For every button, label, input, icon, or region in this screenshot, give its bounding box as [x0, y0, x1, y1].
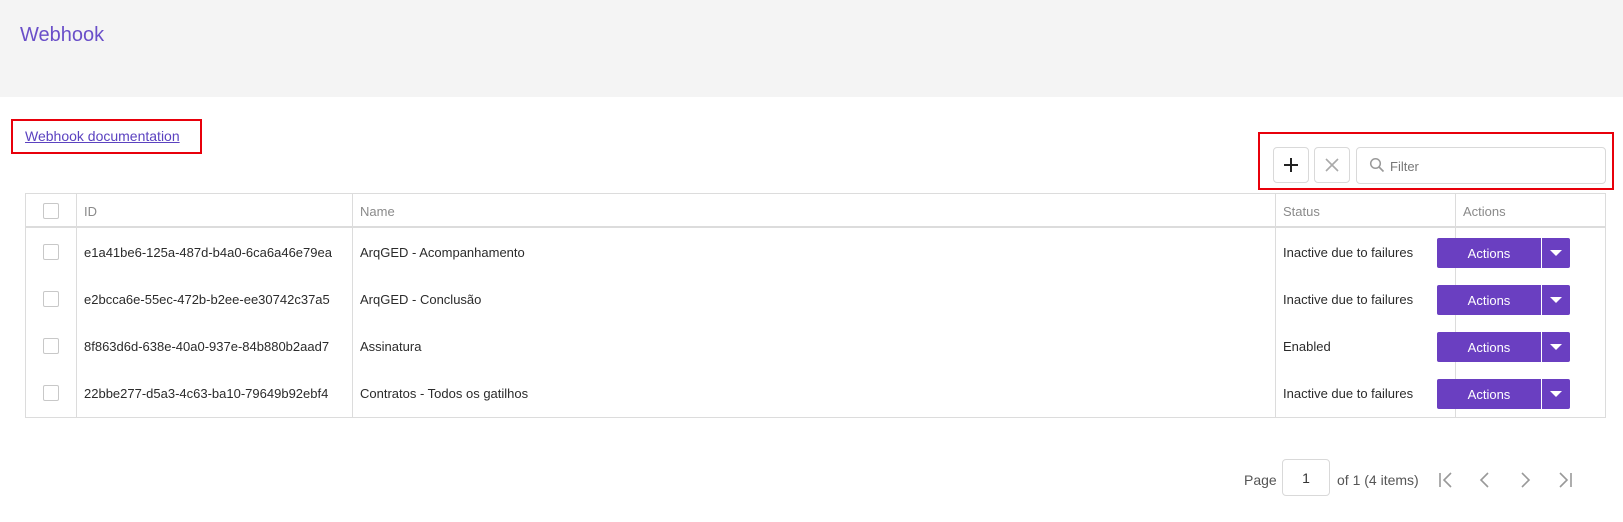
filter-input[interactable]	[1390, 156, 1590, 176]
row-id: 22bbe277-d5a3-4c63-ba10-79649b92ebf4	[84, 386, 329, 401]
first-page-icon[interactable]	[1437, 471, 1455, 489]
webhook-documentation-link[interactable]: Webhook documentation	[25, 128, 180, 144]
actions-button[interactable]: Actions	[1437, 238, 1541, 268]
table-row: e1a41be6-125a-487d-b4a0-6ca6a46e79ea Arq…	[26, 229, 1605, 276]
filter-field[interactable]	[1356, 147, 1606, 184]
last-page-icon[interactable]	[1556, 471, 1574, 489]
actions-dropdown-button[interactable]	[1542, 332, 1570, 362]
page-label: Page	[1244, 472, 1277, 488]
page-summary: of 1 (4 items)	[1337, 472, 1419, 488]
row-status: Inactive due to failures	[1283, 245, 1414, 260]
caret-down-icon	[1550, 391, 1562, 397]
page-number-input[interactable]	[1282, 459, 1330, 496]
close-icon	[1325, 158, 1339, 172]
table-header: ID Name Status Actions	[26, 194, 1605, 228]
caret-down-icon	[1550, 250, 1562, 256]
page-title: Webhook	[20, 24, 105, 46]
add-button[interactable]	[1273, 147, 1309, 183]
row-checkbox[interactable]	[43, 244, 59, 260]
next-page-icon[interactable]	[1516, 471, 1534, 489]
row-checkbox[interactable]	[43, 385, 59, 401]
row-status: Enabled	[1283, 339, 1331, 354]
actions-button[interactable]: Actions	[1437, 285, 1541, 315]
column-header-actions: Actions	[1463, 204, 1506, 219]
row-status: Inactive due to failures	[1283, 292, 1414, 307]
webhook-table: ID Name Status Actions e1a41be6-125a-487…	[25, 193, 1606, 418]
table-row: 22bbe277-d5a3-4c63-ba10-79649b92ebf4 Con…	[26, 370, 1605, 417]
select-all-checkbox[interactable]	[43, 203, 59, 219]
row-name: ArqGED - Acompanhamento	[360, 245, 525, 260]
row-name: ArqGED - Conclusão	[360, 292, 482, 307]
search-icon	[1369, 157, 1385, 173]
actions-button[interactable]: Actions	[1437, 332, 1541, 362]
table-row: e2bcca6e-55ec-472b-b2ee-ee30742c37a5 Arq…	[26, 276, 1605, 323]
previous-page-icon[interactable]	[1476, 471, 1494, 489]
actions-button[interactable]: Actions	[1437, 379, 1541, 409]
column-header-id[interactable]: ID	[84, 204, 97, 219]
plus-icon	[1284, 158, 1298, 172]
actions-dropdown-button[interactable]	[1542, 285, 1570, 315]
row-id: e1a41be6-125a-487d-b4a0-6ca6a46e79ea	[84, 245, 332, 260]
row-status: Inactive due to failures	[1283, 386, 1414, 401]
row-id: 8f863d6d-638e-40a0-937e-84b880b2aad7	[84, 339, 330, 354]
row-name: Assinatura	[360, 339, 422, 354]
row-checkbox[interactable]	[43, 338, 59, 354]
remove-button[interactable]	[1314, 147, 1350, 183]
column-header-status[interactable]: Status	[1283, 204, 1320, 219]
row-checkbox[interactable]	[43, 291, 59, 307]
row-name: Contratos - Todos os gatilhos	[360, 386, 529, 401]
column-header-name[interactable]: Name	[360, 204, 395, 219]
caret-down-icon	[1550, 344, 1562, 350]
row-id: e2bcca6e-55ec-472b-b2ee-ee30742c37a5	[84, 292, 330, 307]
header-bar	[0, 0, 1623, 97]
actions-dropdown-button[interactable]	[1542, 238, 1570, 268]
table-row: 8f863d6d-638e-40a0-937e-84b880b2aad7 Ass…	[26, 323, 1605, 370]
caret-down-icon	[1550, 297, 1562, 303]
actions-dropdown-button[interactable]	[1542, 379, 1570, 409]
